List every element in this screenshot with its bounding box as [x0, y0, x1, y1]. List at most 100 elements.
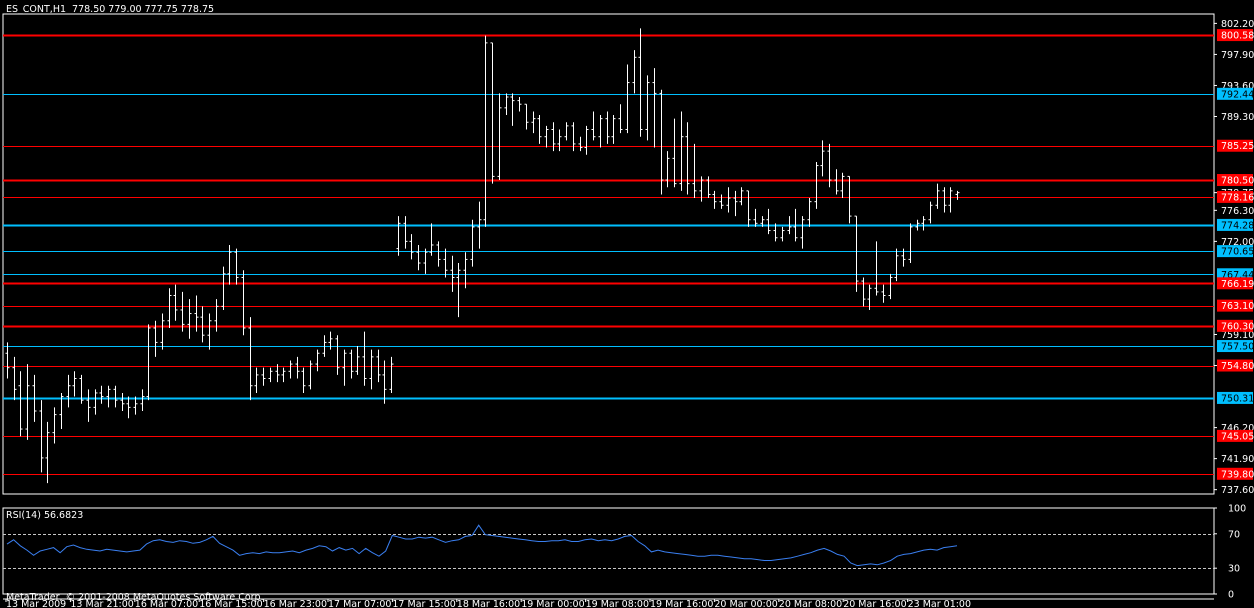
- ohlc-bar: [766, 208, 771, 235]
- x-tick-label: 18 Mar 16:00: [457, 599, 520, 608]
- ohlc-bar: [625, 64, 630, 134]
- ohlc-bar: [935, 183, 940, 209]
- ohlc-bar: [456, 263, 461, 318]
- ohlc-bar: [618, 104, 623, 134]
- ohlc-bar: [497, 93, 502, 181]
- symbol-header: ES_CONT,H1 778.50 779.00 777.75 778.75: [6, 4, 215, 15]
- ohlc-bar: [308, 360, 313, 390]
- ohlc-bar: [685, 122, 690, 195]
- ohlc-bar: [908, 223, 913, 264]
- ohlc-bar: [739, 187, 744, 206]
- ohlc-bar: [409, 234, 414, 260]
- ohlc-bar: [611, 115, 616, 144]
- ohlc-bar: [106, 385, 111, 408]
- x-tick-label: 17 Mar 15:00: [392, 599, 455, 608]
- level-label-800.58: 800.58: [1221, 31, 1254, 42]
- ohlc-bar: [93, 389, 98, 415]
- ohlc-bar: [268, 367, 273, 383]
- ohlc-bar: [200, 306, 205, 343]
- ohlc-bar: [25, 364, 30, 440]
- ohlc-bar: [362, 331, 367, 386]
- x-tick-label: 23 Mar 01:00: [908, 599, 971, 608]
- ohlc-bar: [146, 324, 151, 401]
- ohlc-bar: [295, 356, 300, 379]
- level-label-754.80: 754.80: [1221, 361, 1254, 372]
- ohlc-bar: [814, 161, 819, 209]
- ohlc-bar: [443, 248, 448, 278]
- ohlc-bar: [544, 125, 549, 148]
- price-tick-label: 776.30: [1221, 206, 1254, 217]
- ohlc-bar: [288, 360, 293, 379]
- level-label-778.16: 778.16: [1221, 192, 1254, 203]
- ohlc-bar: [234, 248, 239, 285]
- ohlc-bar: [301, 367, 306, 393]
- ohlc-bar: [591, 111, 596, 141]
- ohlc-bar: [807, 198, 812, 227]
- rsi-tick-label: 30: [1228, 564, 1240, 575]
- ohlc-bar: [894, 248, 899, 282]
- ohlc-bar: [672, 118, 677, 188]
- ohlc-bar: [66, 374, 71, 408]
- ohlc-bar: [470, 219, 475, 267]
- ohlc-bar: [584, 125, 589, 155]
- ohlc-bar: [99, 385, 104, 404]
- rsi-panel-frame: [2, 507, 1215, 595]
- chart-canvas: 802.20797.90793.60789.30778.75776.30772.…: [2, 13, 1254, 608]
- ohlc-bar: [564, 122, 569, 141]
- x-tick-label: 16 Mar 23:00: [264, 599, 327, 608]
- ohlc-bar: [173, 284, 178, 321]
- ohlc-bar: [948, 187, 953, 213]
- ohlc-bar: [733, 190, 738, 217]
- ohlc-bar: [605, 111, 610, 144]
- ohlc-bar: [942, 187, 947, 213]
- level-label-785.25: 785.25: [1221, 141, 1254, 152]
- ohlc-bar: [369, 349, 374, 390]
- ohlc-bar: [187, 299, 192, 339]
- ohlc-bar: [921, 216, 926, 231]
- ohlc-bar: [679, 111, 684, 191]
- ohlc-bar: [531, 111, 536, 134]
- level-label-757.50: 757.50: [1221, 342, 1254, 353]
- rsi-tick-label: 70: [1228, 529, 1240, 540]
- ohlc-bar: [490, 42, 495, 184]
- x-tick-label: 20 Mar 16:00: [843, 599, 906, 608]
- x-tick-label: 20 Mar 00:00: [714, 599, 777, 608]
- ohlc-bar: [692, 143, 697, 199]
- level-label-792.44: 792.44: [1221, 89, 1254, 100]
- x-tick-label: 20 Mar 08:00: [779, 599, 842, 608]
- ohlc-bar: [632, 50, 637, 94]
- ohlc-bar: [726, 187, 731, 213]
- ohlc-bar: [652, 68, 657, 148]
- rsi-line: [6, 524, 958, 567]
- level-label-760.30: 760.30: [1221, 321, 1254, 332]
- ohlc-bar: [140, 389, 145, 411]
- ohlc-bar: [396, 216, 401, 256]
- ohlc-bar: [436, 241, 441, 267]
- ohlc-bar: [342, 349, 347, 386]
- ohlc-bar: [241, 270, 246, 336]
- ohlc-bar: [227, 244, 232, 285]
- ohlc-bar: [861, 277, 866, 307]
- ohlc-bar: [423, 248, 428, 274]
- level-label-750.31: 750.31: [1221, 393, 1254, 404]
- x-tick-label: 17 Mar 07:00: [328, 599, 391, 608]
- x-tick-label: 19 Mar 00:00: [521, 599, 584, 608]
- price-tick-label: 789.30: [1221, 112, 1254, 123]
- ohlc-bar: [780, 226, 785, 242]
- ohlc-bar: [261, 367, 266, 386]
- ohlc-bar: [955, 190, 960, 200]
- ohlc-bar: [719, 194, 724, 209]
- ohlc-bar: [645, 75, 650, 141]
- ohlc-bar: [483, 35, 488, 227]
- ohlc-bar: [888, 273, 893, 300]
- ohlc-bar: [820, 140, 825, 177]
- ohlc-bar: [12, 356, 17, 401]
- ohlc-bar: [429, 223, 434, 256]
- level-label-774.28: 774.28: [1221, 220, 1254, 231]
- level-label-766.19: 766.19: [1221, 279, 1254, 290]
- ohlc-bar: [578, 136, 583, 152]
- ohlc-bar: [221, 266, 226, 310]
- ohlc-bar: [753, 208, 758, 227]
- ohlc-bar: [335, 335, 340, 375]
- ohlc-bar: [598, 115, 603, 148]
